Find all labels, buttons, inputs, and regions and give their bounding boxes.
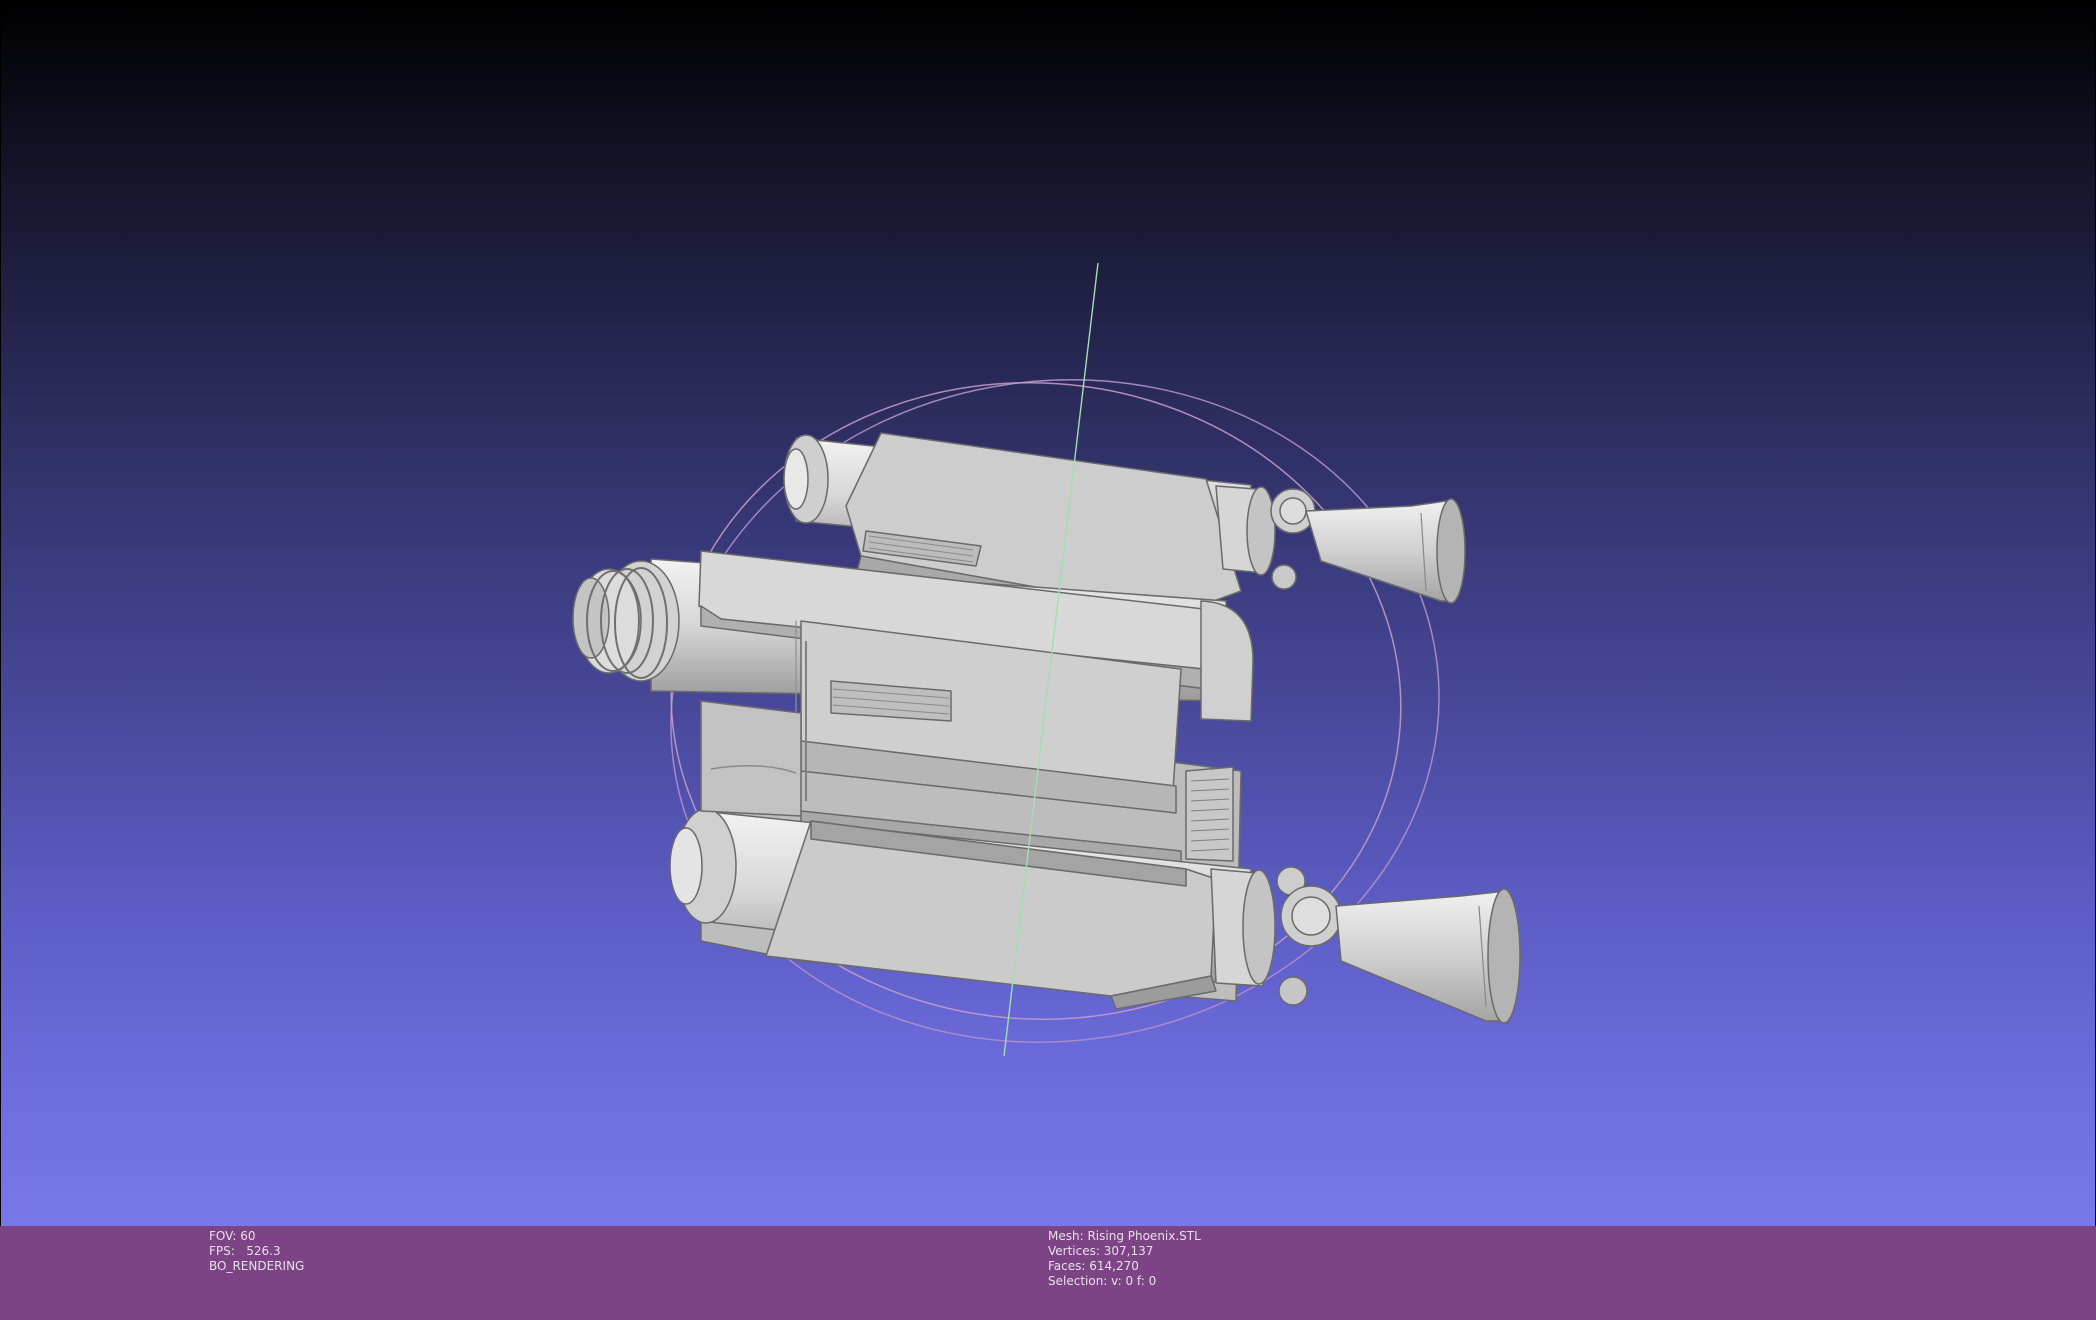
vertex-count: Vertices: 307,137 xyxy=(1048,1244,1154,1258)
selection-info: Selection: v: 0 f: 0 xyxy=(1048,1274,1157,1288)
3d-viewport[interactable] xyxy=(1,1,2095,1226)
face-count: Faces: 614,270 xyxy=(1048,1259,1139,1273)
mesh-info: Mesh: Rising Phoenix.STL Vertices: 307,1… xyxy=(1048,1229,1201,1289)
fps-readout: FPS: 526.3 xyxy=(209,1244,281,1258)
status-bar: FOV: 60 FPS: 526.3 BO_RENDERING Mesh: Ri… xyxy=(0,1226,2096,1320)
meshlab-window: FOV: 60 FPS: 526.3 BO_RENDERING Mesh: Ri… xyxy=(0,0,2096,1320)
render-info: FOV: 60 FPS: 526.3 BO_RENDERING xyxy=(209,1229,304,1274)
model-render xyxy=(572,262,1522,1057)
spaceship-model xyxy=(572,432,1522,1024)
fov-readout: FOV: 60 xyxy=(209,1229,256,1243)
render-mode-readout: BO_RENDERING xyxy=(209,1259,305,1273)
mesh-name: Mesh: Rising Phoenix.STL xyxy=(1048,1229,1201,1243)
